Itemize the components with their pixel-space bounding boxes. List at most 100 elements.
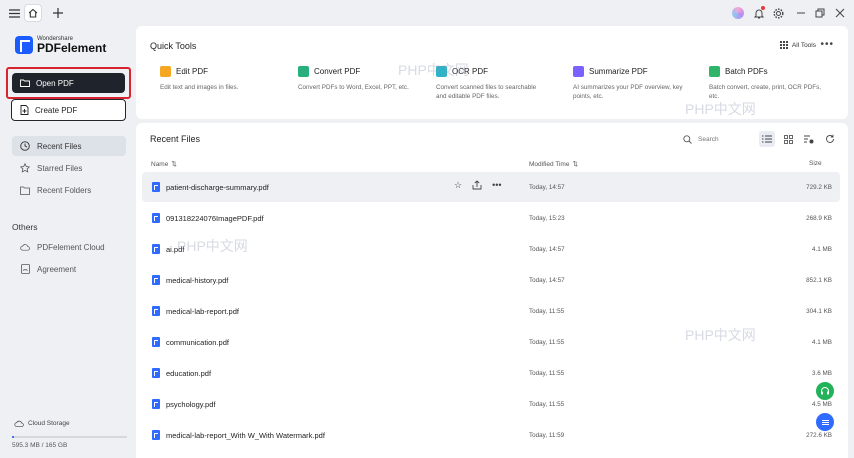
- more-options-icon[interactable]: •••: [492, 180, 501, 192]
- search-input[interactable]: [698, 136, 753, 143]
- file-name: medical-history.pdf: [166, 275, 229, 285]
- share-icon[interactable]: [472, 180, 482, 192]
- clear-list-icon[interactable]: [801, 131, 817, 147]
- pdf-file-icon: [152, 368, 160, 378]
- clock-icon: [20, 141, 30, 151]
- gear-icon[interactable]: [770, 5, 786, 21]
- tool-description: Convert scanned files to searchable and …: [436, 84, 537, 101]
- file-name: psychology.pdf: [166, 399, 216, 409]
- file-name: education.pdf: [166, 368, 212, 378]
- create-pdf-label: Create PDF: [35, 105, 78, 115]
- quick-tools-title: Quick Tools: [150, 41, 197, 51]
- logo-product: PDFelement: [37, 41, 107, 55]
- folder-icon: [20, 79, 30, 87]
- avatar[interactable]: [730, 5, 746, 21]
- list-view-icon[interactable]: [759, 131, 775, 147]
- tool-description: Batch convert, create, print, OCR PDFs, …: [709, 84, 821, 101]
- pdf-file-icon: [152, 213, 160, 223]
- table-row[interactable]: medical-history.pdf Today, 14:57 852.1 K…: [142, 265, 840, 295]
- notification-dot: [761, 6, 765, 10]
- ocr-pdf-icon: [436, 66, 447, 77]
- open-pdf-button[interactable]: Open PDF: [12, 73, 125, 93]
- file-size: 304.1 KB: [806, 308, 832, 315]
- star-icon[interactable]: ☆: [454, 180, 462, 192]
- file-name: communication.pdf: [166, 337, 229, 347]
- all-tools-button[interactable]: All Tools: [779, 41, 816, 49]
- sidebar-item-label: Recent Folders: [37, 185, 92, 195]
- grid-view-icon[interactable]: [780, 131, 796, 147]
- more-options-icon[interactable]: •••: [820, 39, 834, 50]
- file-size: 4.1 MB: [812, 339, 832, 346]
- sidebar-item-label: PDFelement Cloud: [37, 242, 105, 252]
- column-header-name[interactable]: Name ⇅: [151, 160, 177, 169]
- file-size: 268.9 KB: [806, 215, 832, 222]
- cloud-storage[interactable]: Cloud Storage: [14, 420, 70, 427]
- file-name: patient-discharge-summary.pdf: [166, 182, 269, 192]
- table-row[interactable]: communication.pdf Today, 11:55 4.1 MB: [142, 327, 840, 357]
- sidebar: Wondershare PDFelement Open PDF Create P…: [0, 26, 136, 458]
- close-icon[interactable]: [832, 5, 848, 21]
- pdf-file-icon: [152, 244, 160, 254]
- file-modified: Today, 11:59: [529, 432, 565, 439]
- bell-icon[interactable]: [751, 5, 767, 21]
- search-box[interactable]: [679, 131, 757, 148]
- storage-progress-bar: [12, 436, 127, 438]
- new-tab-plus-icon[interactable]: [49, 4, 67, 22]
- table-row[interactable]: patient-discharge-summary.pdf ☆ ••• Toda…: [142, 172, 840, 202]
- pdf-file-icon: [152, 430, 160, 440]
- summarize-pdf-icon: [573, 66, 584, 77]
- file-name: medical-lab-report.pdf: [166, 306, 239, 316]
- table-row[interactable]: medical-lab-report_With W_With Watermark…: [142, 420, 840, 450]
- table-row[interactable]: psychology.pdf Today, 11:55 4.5 MB: [142, 389, 840, 419]
- file-plus-icon: [20, 105, 29, 115]
- cloud-storage-label: Cloud Storage: [28, 420, 70, 427]
- file-name: 091318224076ImagePDF.pdf: [166, 213, 264, 223]
- refresh-icon[interactable]: [822, 131, 838, 147]
- batch-pdfs-icon: [709, 66, 720, 77]
- table-row[interactable]: education.pdf Today, 11:55 3.6 MB: [142, 358, 840, 388]
- sidebar-item-recent-files[interactable]: Recent Files: [12, 136, 126, 156]
- column-header-label: Name: [151, 160, 169, 168]
- tool-summarize-pdf[interactable]: Summarize PDF AI summarizes your PDF ove…: [573, 66, 683, 101]
- tool-batch-pdfs[interactable]: Batch PDFs Batch convert, create, print,…: [709, 66, 829, 101]
- recent-files-title: Recent Files: [150, 134, 201, 144]
- grid-icon: [779, 41, 788, 49]
- table-row[interactable]: 091318224076ImagePDF.pdf Today, 15:23 26…: [142, 203, 840, 233]
- pdf-file-icon: [152, 337, 160, 347]
- sidebar-item-pdfelement-cloud[interactable]: PDFelement Cloud: [12, 237, 126, 257]
- minimize-icon[interactable]: [793, 5, 809, 21]
- tool-convert-pdf[interactable]: Convert PDF Convert PDFs to Word, Excel,…: [298, 66, 426, 92]
- tool-name: Convert PDF: [314, 67, 361, 76]
- file-size: 4.1 MB: [812, 246, 832, 253]
- file-modified: Today, 14:57: [529, 184, 565, 191]
- column-header-label: Modified Time: [529, 160, 570, 168]
- table-row[interactable]: ai.pdf Today, 14:57 4.1 MB: [142, 234, 840, 264]
- sidebar-item-label: Recent Files: [37, 141, 82, 151]
- file-modified: Today, 14:57: [529, 277, 565, 284]
- file-size: 3.6 MB: [812, 370, 832, 377]
- tool-description: AI summarizes your PDF overview, key poi…: [573, 84, 683, 101]
- tool-name: Summarize PDF: [589, 67, 648, 76]
- file-size: 272.6 KB: [806, 432, 832, 439]
- column-header-size[interactable]: Size: [809, 160, 822, 167]
- file-modified: Today, 11:55: [529, 370, 565, 377]
- file-modified: Today, 15:23: [529, 215, 565, 222]
- sidebar-item-agreement[interactable]: Agreement: [12, 259, 126, 279]
- table-row[interactable]: medical-lab-report.pdf Today, 11:55 304.…: [142, 296, 840, 326]
- quick-tools-panel: Quick Tools All Tools ••• Edit PDF Edit …: [136, 26, 848, 119]
- menu-icon[interactable]: [5, 4, 23, 22]
- open-pdf-label: Open PDF: [36, 78, 74, 88]
- edit-pdf-icon: [160, 66, 171, 77]
- create-pdf-button[interactable]: Create PDF: [11, 99, 126, 121]
- restore-icon[interactable]: [812, 5, 828, 21]
- tool-ocr-pdf[interactable]: OCR PDF Convert scanned files to searcha…: [436, 66, 546, 101]
- sidebar-item-recent-folders[interactable]: Recent Folders: [12, 180, 126, 200]
- app-drawer-icon[interactable]: [816, 413, 834, 431]
- support-headset-icon[interactable]: [816, 382, 834, 400]
- sidebar-item-starred-files[interactable]: Starred Files: [12, 158, 126, 178]
- column-header-modified[interactable]: Modified Time ⇅: [529, 160, 578, 169]
- title-bar: [0, 0, 854, 26]
- pdf-file-icon: [152, 399, 160, 409]
- home-icon[interactable]: [24, 4, 42, 22]
- tool-edit-pdf[interactable]: Edit PDF Edit text and images in files.: [160, 66, 285, 92]
